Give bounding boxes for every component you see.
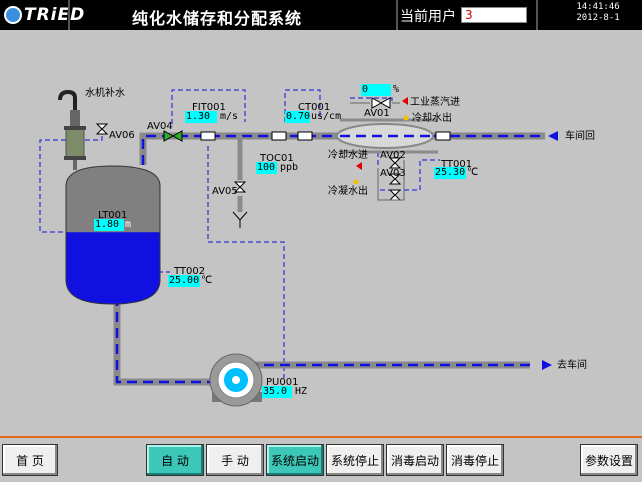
flow-arrows [542, 131, 558, 370]
toc01-unit: ppb [280, 162, 299, 173]
fit001-unit: m/s [220, 111, 239, 122]
av02-tag: AV02 [380, 150, 406, 161]
to-workshop-label: 去车间 [557, 360, 587, 371]
tt001-unit: ℃ [467, 167, 479, 178]
av03-tag: AV03 [380, 168, 406, 179]
process-diagram [39, 89, 558, 407]
auto-mode-button[interactable]: 自 动 [146, 444, 204, 476]
ct001-value: 0.70 [285, 111, 311, 123]
tt002-value: 25.00 [168, 275, 200, 287]
system-stop-button[interactable]: 系统停止 [326, 444, 384, 476]
pump-pu001 [209, 353, 263, 407]
steam-valve-percent-unit: % [393, 84, 400, 95]
toc01-value: 100 [256, 162, 277, 174]
condensate-out-label: 冷凝水出 [328, 186, 368, 197]
pu001-unit: HZ [295, 386, 308, 397]
manual-mode-button[interactable]: 手 动 [206, 444, 264, 476]
valve-gv01 [377, 160, 405, 201]
av05-tag: AV05 [212, 186, 238, 197]
av04-tag: AV04 [147, 121, 173, 132]
heat-exchanger [336, 123, 434, 149]
tt001-value: 25.30 [434, 167, 466, 179]
tt002-unit: ℃ [201, 275, 213, 286]
sanitize-start-button[interactable]: 消毒启动 [386, 444, 444, 476]
hmi-screen: TRiED 纯化水储存和分配系统 当前用户 3 14:41:46 2012-8-… [0, 0, 642, 482]
cooling-water-in-label: 冷却水进 [328, 150, 368, 161]
make-up-filter [58, 89, 86, 170]
params-button[interactable]: 参数设置 [580, 444, 638, 476]
lt001-unit: m [125, 219, 132, 230]
make-up-water-label: 水机补水 [85, 88, 125, 99]
valve-av06 [95, 123, 109, 135]
steam-in-label: 工业蒸汽进 [410, 97, 460, 108]
av01-tag: AV01 [364, 108, 390, 119]
return-workshop-label: 车间回 [565, 131, 595, 142]
storage-tank [65, 165, 161, 305]
steam-valve-percent-value: 0 [361, 84, 391, 96]
ct001-unit: us/cm [311, 111, 342, 122]
system-start-button[interactable]: 系统启动 [266, 444, 324, 476]
footer-bar: 首 页 自 动 手 动 系统启动 系统停止 消毒启动 消毒停止 参数设置 [0, 438, 642, 482]
cooling-water-out-label: 冷却水出 [412, 113, 452, 124]
av06-tag: AV06 [109, 130, 135, 141]
pu001-value: 35.0 [262, 386, 292, 398]
fit001-value: 1.30 [185, 111, 217, 123]
home-button[interactable]: 首 页 [2, 444, 58, 476]
lt001-value: 1.80 [94, 219, 124, 231]
sanitize-stop-button[interactable]: 消毒停止 [446, 444, 504, 476]
